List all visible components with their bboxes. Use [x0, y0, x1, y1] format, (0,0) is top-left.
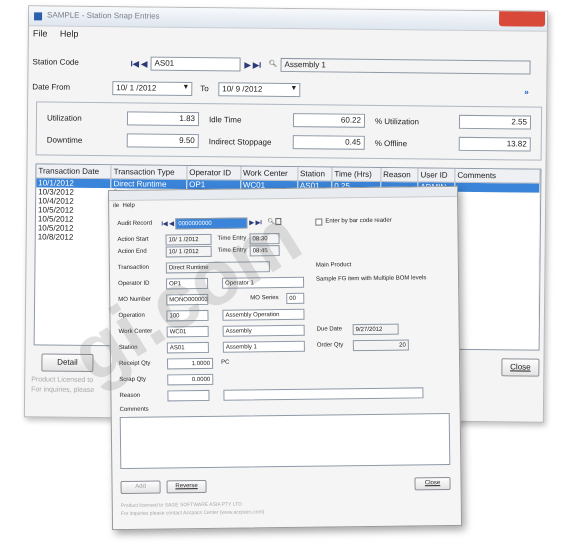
col-transaction-date[interactable]: Transaction Date	[36, 164, 112, 179]
audit-record-label: Audit Record	[117, 220, 153, 228]
comments-textarea[interactable]	[119, 412, 451, 470]
mo-series-input[interactable]: 00	[286, 292, 305, 304]
pct-utilization-value: 2.55	[458, 114, 532, 130]
menu-file[interactable]: File	[33, 28, 48, 38]
stats-panel: Utilization 1.83 Idle Time 60.22 % Utili…	[35, 101, 543, 161]
search-icon[interactable]: 🔍︎	[269, 60, 278, 68]
date-from-label: Date From	[32, 82, 71, 92]
title-bar: SAMPLE - Station Snap Entries	[28, 6, 548, 32]
col-station[interactable]: Station	[297, 167, 332, 181]
date-from-picker[interactable]: 10/ 1 /2012 ▼	[112, 81, 193, 97]
col-time-hrs[interactable]: Time (Hrs)	[331, 167, 381, 182]
barcode-label: Enter by bar code reader	[325, 217, 392, 225]
action-start-label: Action Start	[117, 236, 149, 244]
pct-utilization-label: % Utilization	[374, 116, 420, 127]
due-date-label: Due Date	[316, 326, 343, 333]
col-work-center[interactable]: Work Center	[240, 166, 298, 181]
inquiry-note: For inquiries, please	[31, 386, 95, 395]
idle-time-value: 60.22	[292, 113, 366, 128]
dialog-close-button[interactable]: Close	[414, 476, 451, 491]
comments-label: Comments	[119, 406, 149, 414]
receipt-unit: PC	[221, 359, 230, 366]
license-note: Product Licensed to	[31, 376, 94, 384]
indirect-stoppage-value: 0.45	[292, 135, 365, 150]
receipt-qty-input[interactable]: 1.0000	[166, 357, 214, 370]
cell-empty	[453, 308, 539, 319]
chevron-down-icon: ▼	[290, 85, 298, 93]
menu-bar: File Help	[33, 28, 89, 39]
station-description: Assembly 1	[280, 57, 531, 75]
main-product-desc: Sample FG item with Multiple BOM levels	[316, 275, 427, 283]
order-qty-value: 20	[352, 339, 409, 352]
pct-offline-label: % Offline	[374, 138, 408, 149]
app-icon	[34, 12, 43, 21]
dialog-menu-bar: ile Help	[113, 203, 135, 209]
dialog-inquiry-note: For inquiries please contact Accpacs Cen…	[120, 509, 265, 518]
scrap-qty-input[interactable]: 0.0000	[167, 373, 214, 386]
dialog-license-note: Product licensed to SAGE SOFTWARE ASIA P…	[120, 501, 242, 510]
chevron-down-icon: ▼	[182, 83, 190, 91]
due-date-value: 9/27/2012	[352, 323, 399, 336]
station-code-label: Station Code	[32, 57, 79, 67]
reverse-button[interactable]: Reverse	[166, 479, 207, 494]
station-desc: Assembly 1	[222, 340, 305, 353]
nav-first-prev[interactable]: I◀ ◀	[131, 59, 148, 68]
col-user-id[interactable]: User ID	[417, 168, 455, 183]
cell-transaction-date: 10/8/2012	[35, 232, 111, 243]
indirect-stoppage-label: Indirect Stoppage	[208, 137, 272, 147]
date-to-value: 10/ 9 /2012	[222, 84, 263, 94]
pct-offline-value: 13.82	[458, 136, 531, 152]
dialog-menu-help[interactable]: Help	[122, 203, 134, 209]
work-center-desc: Assembly	[222, 324, 305, 337]
nav-next-last[interactable]: ▶ ▶I	[245, 61, 262, 70]
station-code-input[interactable]: AS01	[150, 56, 241, 72]
action-end-label: Action End	[117, 248, 147, 256]
main-product-label: Main Product	[315, 262, 352, 269]
date-from-value: 10/ 1 /2012	[116, 83, 157, 93]
reason-label: Reason	[119, 392, 141, 400]
go-button[interactable]: »	[524, 87, 529, 96]
window-close-button[interactable]	[498, 11, 546, 27]
downtime-value: 9.50	[126, 133, 199, 149]
reason-input[interactable]	[167, 389, 210, 402]
col-operator-id[interactable]: Operator ID	[186, 165, 241, 181]
col-comments[interactable]: Comments	[454, 168, 540, 184]
barcode-checkbox[interactable]	[315, 218, 323, 226]
audit-nav-prev[interactable]: I◀ ◀	[161, 220, 174, 227]
dialog-title-bar	[108, 186, 458, 202]
window-title: SAMPLE - Station Snap Entries	[47, 10, 160, 21]
downtime-label: Downtime	[46, 135, 83, 145]
date-to-picker[interactable]: 10/ 9 /2012 ▼	[218, 82, 301, 98]
menu-help[interactable]: Help	[60, 29, 79, 39]
close-button[interactable]: Close	[501, 358, 540, 377]
idle-time-label: Idle Time	[208, 115, 242, 125]
dialog-menu-file[interactable]: ile	[113, 203, 119, 209]
col-reason[interactable]: Reason	[380, 167, 419, 182]
utilization-label: Utilization	[46, 113, 82, 123]
utilization-value: 1.83	[126, 111, 200, 127]
col-transaction-type[interactable]: Transaction Type	[111, 165, 187, 180]
add-button[interactable]: Add	[120, 480, 161, 495]
to-label: To	[200, 84, 209, 94]
order-qty-label: Order Qty	[316, 342, 344, 349]
reason-desc	[223, 387, 424, 401]
